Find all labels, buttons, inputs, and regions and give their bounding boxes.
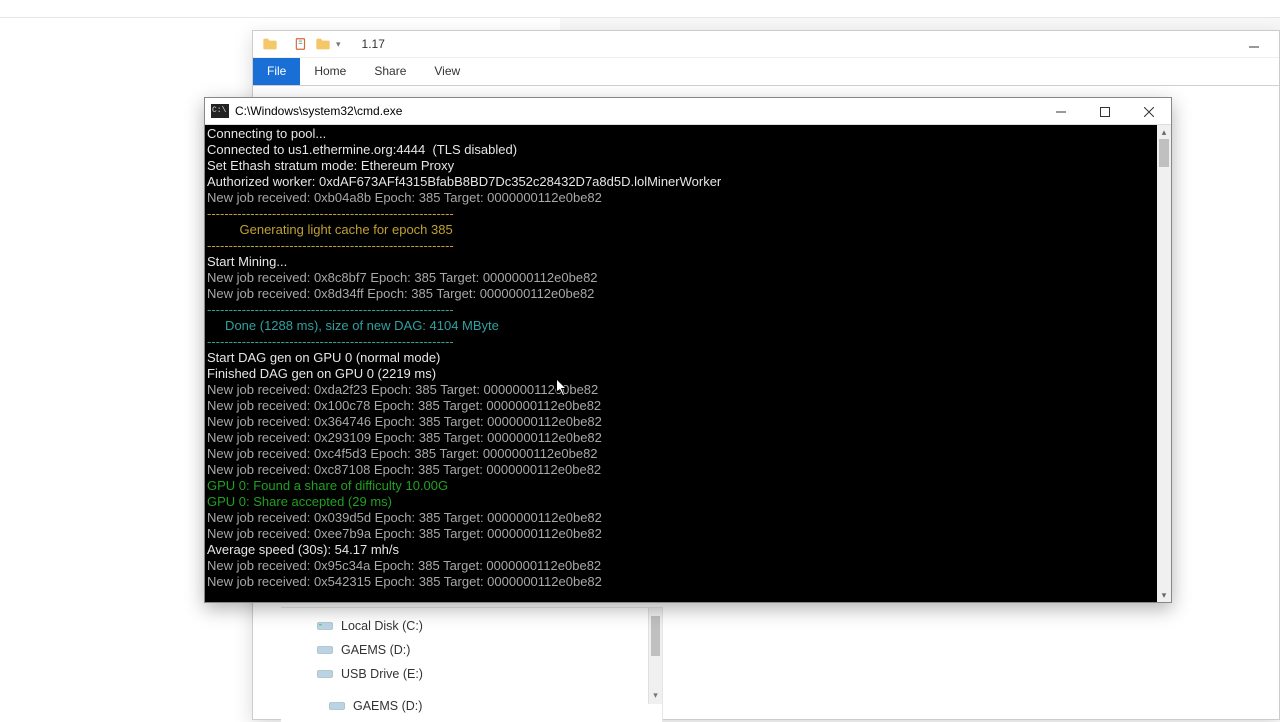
cmd-line: Start Mining... (207, 254, 1155, 270)
scrollbar-thumb[interactable] (651, 616, 660, 656)
cmd-scrollbar[interactable]: ▴ ▾ (1157, 125, 1171, 602)
tree-label: GAEMS (D:) (353, 699, 422, 713)
cmd-line: Generating light cache for epoch 385 (207, 222, 1155, 238)
cmd-line: Connecting to pool... (207, 126, 1155, 142)
cmd-line: New job received: 0x95c34a Epoch: 385 Ta… (207, 558, 1155, 574)
scroll-down-icon[interactable]: ▾ (649, 688, 662, 702)
tree-item-gaems-d-2[interactable]: GAEMS (D:) (281, 694, 662, 718)
tab-view[interactable]: View (420, 58, 474, 85)
cmd-line: Connected to us1.ethermine.org:4444 (TLS… (207, 142, 1155, 158)
cmd-line: ----------------------------------------… (207, 238, 1155, 254)
cmd-output[interactable]: Connecting to pool...Connected to us1.et… (205, 125, 1157, 602)
tree-label: USB Drive (E:) (341, 667, 423, 681)
cmd-line: ----------------------------------------… (207, 302, 1155, 318)
cmd-line: ----------------------------------------… (207, 206, 1155, 222)
cmd-line: Done (1288 ms), size of new DAG: 4104 MB… (207, 318, 1155, 334)
cmd-line: New job received: 0x039d5d Epoch: 385 Ta… (207, 510, 1155, 526)
explorer-title: 1.17 (362, 37, 385, 51)
tab-file[interactable]: File (253, 58, 300, 85)
tree-scrollbar[interactable]: ▾ (648, 608, 662, 704)
tree-label: GAEMS (D:) (341, 643, 410, 657)
cmd-window[interactable]: C:\Windows\system32\cmd.exe Connecting t… (204, 97, 1172, 603)
drive-icon (329, 700, 347, 712)
cmd-line: GPU 0: Found a share of difficulty 10.00… (207, 478, 1155, 494)
tree-item-local-disk-c[interactable]: Local Disk (C:) (281, 614, 662, 638)
qat-dropdown-icon[interactable]: ▾ (336, 39, 341, 50)
cmd-line: New job received: 0xb04a8b Epoch: 385 Ta… (207, 190, 1155, 206)
cmd-line: Average speed (30s): 54.17 mh/s (207, 542, 1155, 558)
cmd-titlebar[interactable]: C:\Windows\system32\cmd.exe (205, 98, 1171, 125)
folder-icon (262, 36, 278, 52)
cmd-maximize-button[interactable] (1083, 98, 1127, 125)
scroll-up-icon[interactable]: ▴ (1157, 125, 1171, 139)
cmd-line: New job received: 0x100c78 Epoch: 385 Ta… (207, 398, 1155, 414)
cmd-line: GPU 0: Share accepted (29 ms) (207, 494, 1155, 510)
tree-label: Local Disk (C:) (341, 619, 423, 633)
drive-icon (317, 620, 335, 632)
cmd-line: Set Ethash stratum mode: Ethereum Proxy (207, 158, 1155, 174)
cmd-line: New job received: 0x293109 Epoch: 385 Ta… (207, 430, 1155, 446)
scrollbar-thumb[interactable] (1159, 139, 1169, 167)
qat-newfolder-icon[interactable] (315, 36, 331, 52)
cmd-title: C:\Windows\system32\cmd.exe (235, 104, 402, 118)
explorer-minimize-button[interactable] (1239, 37, 1269, 57)
cmd-sysmenu-icon[interactable] (211, 104, 229, 118)
qat-properties-icon[interactable] (293, 36, 309, 52)
usb-drive-icon (317, 668, 335, 680)
scroll-down-icon[interactable]: ▾ (1157, 588, 1171, 602)
explorer-titlebar[interactable]: ▾ 1.17 (253, 31, 1279, 58)
cmd-line: New job received: 0xc87108 Epoch: 385 Ta… (207, 462, 1155, 478)
background-chrome (0, 0, 1280, 18)
tab-share[interactable]: Share (360, 58, 420, 85)
cmd-line: Start DAG gen on GPU 0 (normal mode) (207, 350, 1155, 366)
tree-item-gaems-d[interactable]: GAEMS (D:) (281, 638, 662, 662)
tab-home[interactable]: Home (300, 58, 360, 85)
cmd-line: New job received: 0xee7b9a Epoch: 385 Ta… (207, 526, 1155, 542)
cmd-line: New job received: 0x8c8bf7 Epoch: 385 Ta… (207, 270, 1155, 286)
cmd-line: ----------------------------------------… (207, 334, 1155, 350)
cmd-line: New job received: 0xc4f5d3 Epoch: 385 Ta… (207, 446, 1155, 462)
explorer-ribbon: File Home Share View (253, 58, 1279, 86)
cmd-line: New job received: 0x542315 Epoch: 385 Ta… (207, 574, 1155, 590)
cmd-line: New job received: 0xda2f23 Epoch: 385 Ta… (207, 382, 1155, 398)
cmd-line: New job received: 0x364746 Epoch: 385 Ta… (207, 414, 1155, 430)
tree-item-usb-e[interactable]: USB Drive (E:) (281, 662, 662, 686)
cmd-line: Authorized worker: 0xdAF673AFf4315BfabB8… (207, 174, 1155, 190)
explorer-nav-tree[interactable]: Local Disk (C:) GAEMS (D:) USB Drive (E:… (281, 607, 663, 722)
cmd-line: Finished DAG gen on GPU 0 (2219 ms) (207, 366, 1155, 382)
drive-icon (317, 644, 335, 656)
cmd-minimize-button[interactable] (1039, 98, 1083, 125)
cmd-line: New job received: 0x8d34ff Epoch: 385 Ta… (207, 286, 1155, 302)
cmd-close-button[interactable] (1127, 98, 1171, 125)
